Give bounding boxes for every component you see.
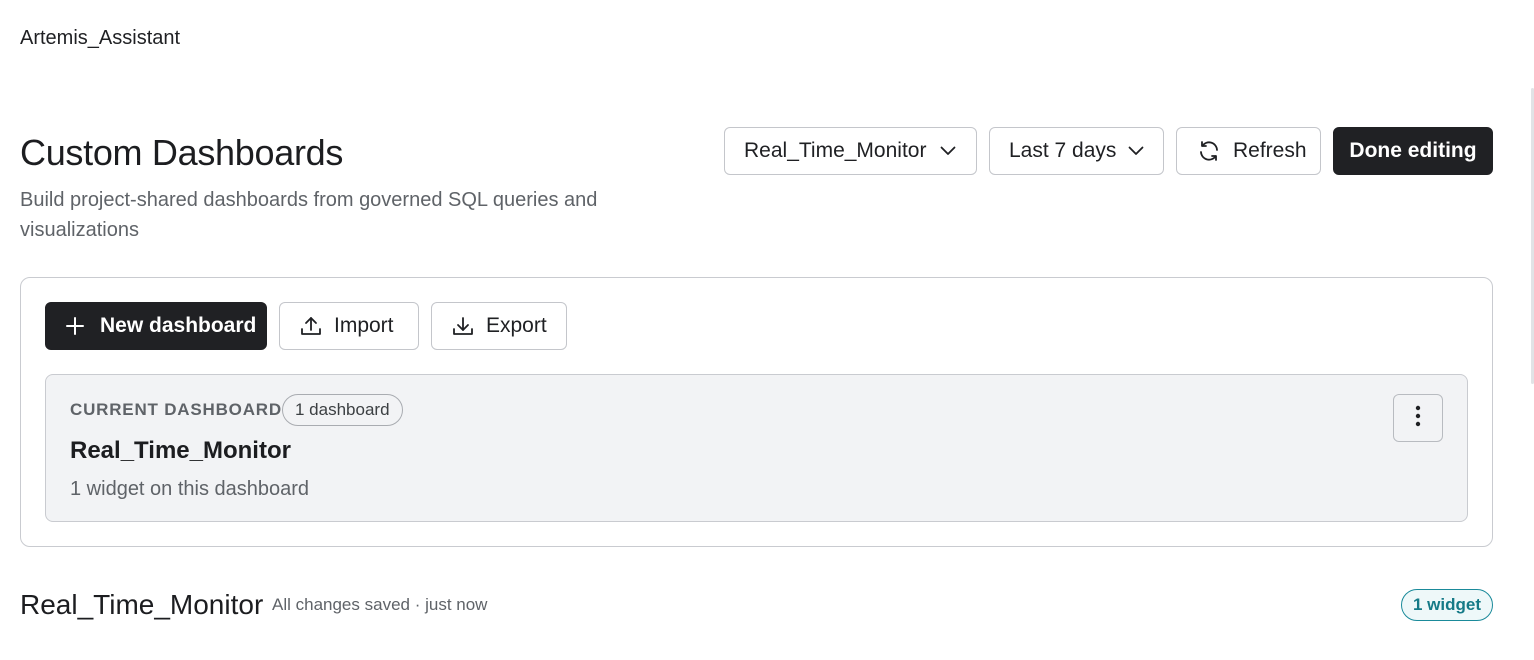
widget-count-badge: 1 widget <box>1400 589 1493 621</box>
current-dashboard-description: 1 widget on this dashboard <box>70 478 310 500</box>
more-vertical-icon <box>1415 405 1421 432</box>
dashboard-select[interactable]: Real_Time_Monitor <box>724 127 977 175</box>
page-title: Custom Dashboards <box>20 132 344 173</box>
app-name: Artemis_Assistant <box>20 27 181 49</box>
chevron-down-icon <box>940 146 956 156</box>
done-editing-button[interactable]: Done editing <box>1333 127 1493 175</box>
download-icon <box>452 315 474 337</box>
dashboards-panel: New dashboard Import Export CURRENT DASH… <box>20 277 1493 547</box>
import-label: Import <box>334 314 394 337</box>
page-subtitle: Build project-shared dashboards from gov… <box>20 189 598 241</box>
current-dashboard-eyebrow: CURRENT DASHBOARD <box>70 400 282 419</box>
new-dashboard-label: New dashboard <box>100 314 257 337</box>
export-label: Export <box>486 314 547 337</box>
current-dashboard-name: Real_Time_Monitor <box>70 437 291 464</box>
dashboard-count-badge: 1 dashboard <box>282 394 403 426</box>
refresh-button[interactable]: Refresh <box>1176 127 1321 175</box>
export-button[interactable]: Export <box>431 302 567 350</box>
new-dashboard-button[interactable]: New dashboard <box>45 302 267 350</box>
save-status: All changes saved · just now <box>272 595 488 614</box>
refresh-label: Refresh <box>1233 139 1307 162</box>
chevron-down-icon <box>1128 146 1144 156</box>
current-dashboard-card: CURRENT DASHBOARD 1 dashboard Real_Time_… <box>45 374 1468 522</box>
dashboard-select-value: Real_Time_Monitor <box>744 139 927 162</box>
date-range-value: Last 7 days <box>1009 139 1117 162</box>
date-range-select[interactable]: Last 7 days <box>989 127 1164 175</box>
more-options-button[interactable] <box>1393 394 1443 442</box>
refresh-icon <box>1197 139 1221 163</box>
upload-icon <box>300 315 322 337</box>
plus-icon <box>66 317 84 335</box>
import-button[interactable]: Import <box>279 302 419 350</box>
app-root: Artemis_Assistant Custom Dashboards Buil… <box>0 0 1534 660</box>
dashboard-section-title: Real_Time_Monitor <box>20 589 264 620</box>
